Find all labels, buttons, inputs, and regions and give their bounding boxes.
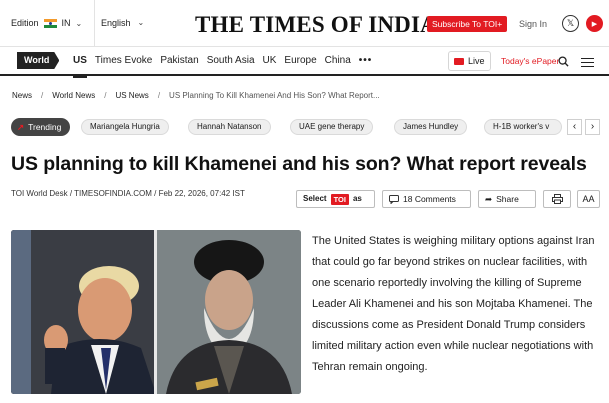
trending-label: ↗ Trending [11,118,71,136]
more-icon[interactable]: ••• [359,55,373,78]
trending-arrow-icon: ↗ [17,122,25,132]
trump-photo [11,230,156,394]
chevron-down-icon: ⌄ [75,18,83,28]
nav-item-china[interactable]: China [325,55,351,78]
edition-label: Edition [11,18,39,28]
trending-chip[interactable]: James Hundley [394,119,468,135]
epaper-link[interactable]: Today's ePaper [501,56,559,66]
breadcrumb-separator: / [41,91,44,100]
india-flag-icon [43,18,57,28]
sign-in-link[interactable]: Sign In [519,19,547,29]
chevron-right-icon[interactable]: › [585,119,600,135]
comment-icon [389,194,399,204]
edition-selector[interactable]: Edition IN ⌄ [11,18,82,28]
toi-badge: TOI [330,193,349,205]
trending-chip[interactable]: H-1B worker's v [484,119,562,135]
edition-code: IN [61,18,71,28]
as-label: as [352,194,362,203]
article-hero-image [11,230,301,394]
trending-chip[interactable]: Hannah Natanson [188,119,271,135]
trending-chip[interactable]: UAE gene therapy [290,119,374,135]
x-icon[interactable]: 𝕏 [562,15,579,32]
breadcrumb-us-news[interactable]: US News [115,91,148,100]
language-selector[interactable]: English ⌄ [101,18,144,28]
share-icon: ➦ [485,194,493,204]
nav-item-us[interactable]: US [73,55,87,78]
language-label: English [101,18,131,28]
nav-item-south-asia[interactable]: South Asia [207,55,255,78]
site-logo[interactable]: THE TIMES OF INDIA [195,12,437,38]
breadcrumb-separator: / [104,91,107,100]
breadcrumb: News / World News / US News / US Plannin… [12,91,380,100]
print-button[interactable] [543,190,571,208]
chevron-down-icon: ⌄ [137,18,145,27]
hamburger-menu-icon[interactable] [581,58,594,67]
font-size-button[interactable]: AA [577,190,600,208]
print-icon [551,194,563,204]
khamenei-photo [156,230,301,394]
select-toi-button[interactable]: Select TOI as [296,190,375,208]
breadcrumb-world-news[interactable]: World News [52,91,95,100]
nav-item-pakistan[interactable]: Pakistan [160,55,198,78]
top-bar: Edition IN ⌄ English ⌄ THE TIMES OF INDI… [0,0,609,47]
article-headline: US planning to kill Khamenei and his son… [11,153,587,175]
breadcrumb-separator: / [157,91,161,100]
select-label: Select [303,194,327,203]
divider [94,0,95,47]
trending-bar: ↗ Trending Mariangela Hungria Hannah Nat… [0,118,609,136]
nav-item-times-evoke[interactable]: Times Evoke [95,55,152,78]
article-byline: TOI World Desk / TIMESOFINDIA.COM / Feb … [11,189,245,198]
breadcrumb-news[interactable]: News [12,91,32,100]
trending-chip[interactable]: Mariangela Hungria [81,119,169,135]
live-label: Live [468,55,485,66]
comments-label: 18 Comments [403,194,456,204]
nav-section-world[interactable]: World [17,52,60,69]
live-button[interactable]: Live [448,51,491,71]
breadcrumb-current: US Planning To Kill Khamenei And His Son… [169,91,380,100]
search-icon[interactable] [558,56,569,67]
trending-text: Trending [28,122,62,132]
live-tv-icon [454,57,464,65]
image-divider [154,230,157,394]
share-label: Share [496,194,519,204]
subscribe-button[interactable]: Subscribe To TOI+ [427,16,508,32]
article-body: The United States is weighing military o… [312,235,595,373]
nav-items: US Times Evoke Pakistan South Asia UK Eu… [73,55,372,78]
nav-item-uk[interactable]: UK [263,55,277,78]
share-button[interactable]: ➦ Share [478,190,536,208]
nav-item-europe[interactable]: Europe [284,55,316,78]
chevron-left-icon[interactable]: ‹ [567,119,582,135]
comments-button[interactable]: 18 Comments [382,190,471,208]
youtube-icon[interactable]: ▶ [586,15,603,32]
section-nav: World US Times Evoke Pakistan South Asia… [0,47,609,76]
